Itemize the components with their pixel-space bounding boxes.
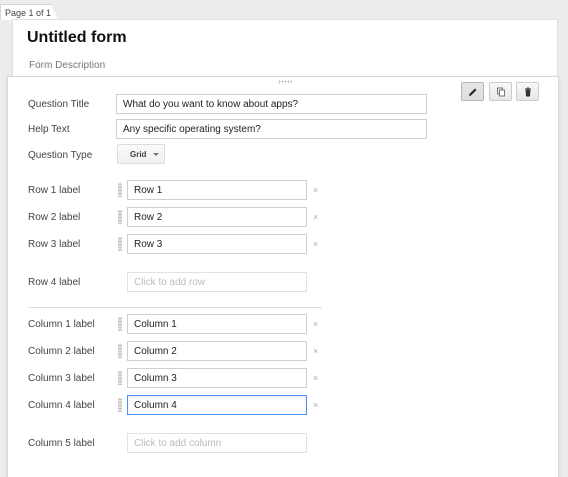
column-input[interactable]: Column 4 <box>127 395 307 415</box>
column-label: Column 5 label <box>28 438 95 449</box>
divider <box>28 307 322 308</box>
drag-handle-icon[interactable] <box>118 371 122 385</box>
row-input[interactable]: Row 2 <box>127 207 307 227</box>
column-input[interactable]: Column 3 <box>127 368 307 388</box>
column-label: Column 2 label <box>28 346 95 357</box>
row-label: Row 2 label <box>28 212 81 223</box>
duplicate-button[interactable] <box>489 82 512 101</box>
trash-icon <box>524 87 531 96</box>
chevron-down-icon <box>153 153 159 156</box>
question-drag-handle[interactable] <box>278 80 292 84</box>
delete-button[interactable] <box>516 82 539 101</box>
form-description[interactable]: Form Description <box>29 60 105 71</box>
drag-handle-icon[interactable] <box>118 398 122 412</box>
column-input[interactable]: Column 2 <box>127 341 307 361</box>
drag-handle-icon[interactable] <box>118 183 122 197</box>
drag-handle-icon[interactable] <box>118 344 122 358</box>
row-input[interactable]: Row 1 <box>127 180 307 200</box>
remove-column-icon[interactable]: × <box>313 374 318 383</box>
duplicate-icon <box>496 87 505 96</box>
question-title-label: Question Title <box>28 99 90 110</box>
question-type-value: Grid <box>130 150 147 159</box>
drag-handle-icon[interactable] <box>118 210 122 224</box>
remove-column-icon[interactable]: × <box>313 401 318 410</box>
page-tab: Page 1 of 1 <box>0 4 58 20</box>
question-type-label: Question Type <box>28 150 93 161</box>
edit-button[interactable] <box>461 82 484 101</box>
drag-handle-icon[interactable] <box>118 237 122 251</box>
help-text-label: Help Text <box>28 124 70 135</box>
form-title[interactable]: Untitled form <box>27 29 127 47</box>
question-type-select[interactable]: Grid <box>117 144 165 164</box>
add-row-input[interactable]: Click to add row <box>127 272 307 292</box>
column-label: Column 4 label <box>28 400 95 411</box>
remove-column-icon[interactable]: × <box>313 347 318 356</box>
remove-column-icon[interactable]: × <box>313 320 318 329</box>
row-label: Row 4 label <box>28 277 81 288</box>
remove-row-icon[interactable]: × <box>313 186 318 195</box>
column-label: Column 1 label <box>28 319 95 330</box>
row-label: Row 3 label <box>28 239 81 250</box>
help-text-input[interactable]: Any specific operating system? <box>116 119 427 139</box>
column-input[interactable]: Column 1 <box>127 314 307 334</box>
remove-row-icon[interactable]: × <box>313 213 318 222</box>
row-input[interactable]: Row 3 <box>127 234 307 254</box>
column-label: Column 3 label <box>28 373 95 384</box>
form-header: Untitled form Form Description <box>12 19 558 80</box>
add-column-input[interactable]: Click to add column <box>127 433 307 453</box>
remove-row-icon[interactable]: × <box>313 240 318 249</box>
question-editor: Question Title What do you want to know … <box>7 76 559 477</box>
row-label: Row 1 label <box>28 185 81 196</box>
drag-handle-icon[interactable] <box>118 317 122 331</box>
question-title-input[interactable]: What do you want to know about apps? <box>116 94 427 114</box>
pencil-icon <box>468 88 476 96</box>
